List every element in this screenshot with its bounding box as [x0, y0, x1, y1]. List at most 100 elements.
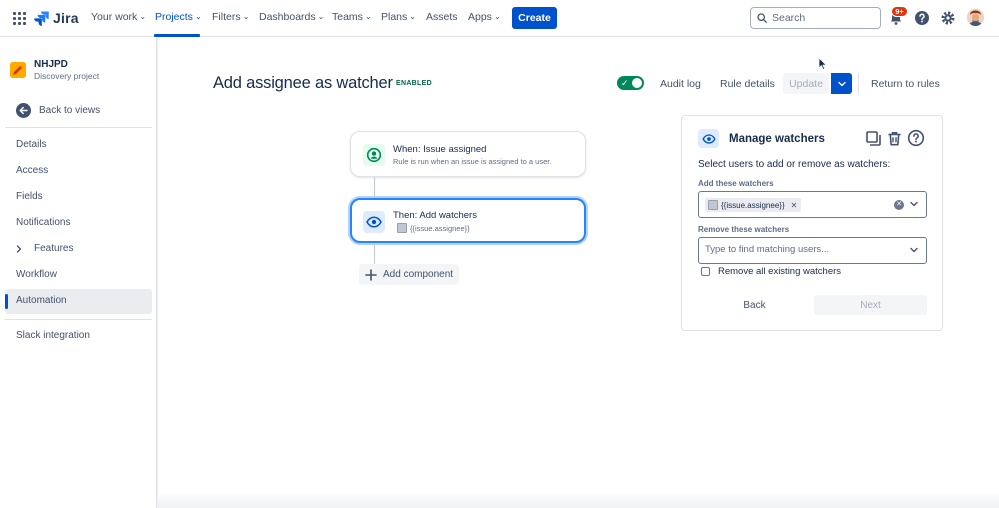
nav-apps[interactable]: Apps ⌄: [468, 11, 501, 23]
chevron-down-icon: [837, 81, 846, 86]
sidebar-item-details[interactable]: Details: [16, 139, 47, 150]
sidebar-item-workflow[interactable]: Workflow: [16, 269, 57, 280]
remove-watchers-select[interactable]: [698, 237, 927, 264]
nav-filters[interactable]: Filters ⌄: [212, 11, 249, 23]
create-button[interactable]: Create: [512, 7, 557, 29]
action-card[interactable]: Then: Add watchers {{issue.assignee}}: [350, 198, 586, 243]
top-navigation: Jira Your work ⌄ Projects ⌄ Filters ⌄ Dashb…: [0, 0, 999, 37]
chevron-down-icon: ⌄: [317, 11, 325, 21]
nav-label: Teams: [332, 11, 363, 23]
toggle-knob: [632, 78, 642, 88]
sidebar-item-features[interactable]: Features: [16, 243, 73, 254]
sidebar-active-indicator: [5, 294, 8, 309]
nav-label: Projects: [155, 11, 193, 23]
copy-icon[interactable]: [865, 130, 882, 147]
add-component-label: Add component: [383, 269, 454, 280]
nav-active-indicator: [154, 34, 200, 37]
nav-label: Dashboards: [259, 11, 316, 23]
help-icon[interactable]: [907, 129, 925, 147]
nav-label: Plans: [381, 11, 408, 23]
chevron-down-icon: ⌄: [194, 11, 202, 21]
rule-connector: [374, 245, 375, 264]
update-button[interactable]: Update: [783, 73, 829, 94]
chevron-down-icon[interactable]: [910, 201, 918, 207]
panel-toolbar: [865, 129, 925, 147]
trigger-card[interactable]: When: Issue assigned Rule is run when an…: [350, 131, 586, 177]
notification-badge: 9+: [891, 6, 908, 17]
trigger-subtitle-text: Rule is run when an issue is assigned to…: [393, 157, 552, 166]
chevron-down-icon: ⌄: [242, 11, 250, 21]
trigger-title: When: Issue assigned: [393, 144, 487, 155]
help-icon[interactable]: [914, 10, 930, 26]
nav-your-work[interactable]: Your work ⌄: [91, 11, 146, 23]
nav-projects[interactable]: Projects ⌄: [155, 11, 202, 23]
remove-all-checkbox[interactable]: [701, 267, 710, 276]
remove-all-watchers-option[interactable]: Remove all existing watchers: [701, 266, 841, 277]
action-subtitle: {{issue.assignee}}: [397, 223, 470, 233]
update-options-button[interactable]: [831, 73, 852, 94]
audit-log-button[interactable]: Audit log: [660, 78, 701, 90]
project-icon: [10, 62, 26, 78]
back-to-views-label: Back to views: [39, 105, 101, 116]
chevron-down-icon[interactable]: [910, 247, 918, 253]
trash-icon[interactable]: [886, 130, 903, 147]
user-avatar[interactable]: [967, 9, 984, 26]
nav-dashboards[interactable]: Dashboards ⌄: [259, 11, 324, 23]
sidebar-divider: [5, 319, 152, 320]
nav-teams[interactable]: Teams ⌄: [332, 11, 372, 23]
eye-icon: [698, 129, 719, 148]
project-name: NHJPD: [34, 59, 68, 70]
nav-label: Assets: [426, 11, 458, 23]
manage-watchers-panel: Manage watchers Select users to add or r…: [681, 115, 943, 331]
check-icon: ✓: [621, 78, 629, 88]
sidebar-item-automation[interactable]: Automation: [16, 295, 67, 306]
bottom-shadow: [158, 492, 999, 508]
search-box[interactable]: [750, 7, 881, 29]
add-watchers-select[interactable]: {{issue.assignee}} ✕ ✕: [698, 191, 927, 218]
header-divider: [858, 73, 859, 94]
sidebar-item-access[interactable]: Access: [16, 165, 48, 176]
plus-icon: [365, 268, 377, 281]
sidebar-item-fields[interactable]: Fields: [16, 191, 43, 202]
return-to-rules-button[interactable]: Return to rules: [871, 78, 940, 90]
mouse-cursor-icon: [818, 57, 827, 70]
remove-watchers-input[interactable]: [705, 244, 905, 255]
project-type: Discovery project: [34, 71, 100, 81]
back-button[interactable]: Back: [698, 295, 811, 315]
jira-logo[interactable]: Jira: [34, 10, 79, 26]
chevron-down-icon: ⌄: [364, 11, 372, 21]
back-to-views-link[interactable]: Back to views: [16, 103, 100, 118]
chevron-down-icon: ⌄: [139, 11, 147, 21]
add-watchers-label: Add these watchers: [698, 179, 774, 188]
jira-logo-icon: [34, 11, 49, 26]
nav-assets[interactable]: Assets: [426, 11, 458, 23]
jira-logo-text: Jira: [53, 10, 79, 26]
avatar-image-icon: [967, 9, 984, 26]
add-component-button[interactable]: Add component: [359, 264, 459, 285]
arrow-left-icon: [16, 103, 31, 118]
panel-title: Manage watchers: [729, 132, 825, 145]
page-title: Add assignee as watcher: [213, 74, 393, 92]
project-sidebar: NHJPD Discovery project Back to views De…: [0, 37, 157, 508]
watcher-chip: {{issue.assignee}} ✕: [705, 198, 802, 212]
nav-plans[interactable]: Plans ⌄: [381, 11, 416, 23]
search-input[interactable]: [772, 12, 872, 24]
remove-watchers-label: Remove these watchers: [698, 225, 790, 234]
chevron-down-icon: ⌄: [409, 11, 416, 21]
trigger-subtitle: Rule is run when an issue is assigned to…: [393, 157, 551, 166]
clear-icon[interactable]: ✕: [894, 200, 904, 210]
project-header[interactable]: NHJPD Discovery project: [10, 59, 99, 81]
rule-connector: [374, 177, 375, 198]
action-subtitle-text: {{issue.assignee}}: [410, 223, 470, 233]
apps-grid-icon[interactable]: [13, 12, 26, 25]
rule-details-button[interactable]: Rule details: [720, 78, 775, 90]
next-button[interactable]: Next: [814, 295, 927, 315]
remove-chip-icon[interactable]: ✕: [791, 201, 798, 210]
user-trigger-icon: [363, 144, 385, 166]
rule-enabled-toggle[interactable]: ✓: [617, 76, 644, 90]
nav-label: Apps: [468, 11, 492, 23]
sidebar-item-notifications[interactable]: Notifications: [16, 217, 70, 228]
gear-icon[interactable]: [940, 10, 956, 26]
sidebar-item-slack-integration[interactable]: Slack integration: [16, 330, 90, 341]
action-title: Then: Add watchers: [393, 210, 477, 221]
